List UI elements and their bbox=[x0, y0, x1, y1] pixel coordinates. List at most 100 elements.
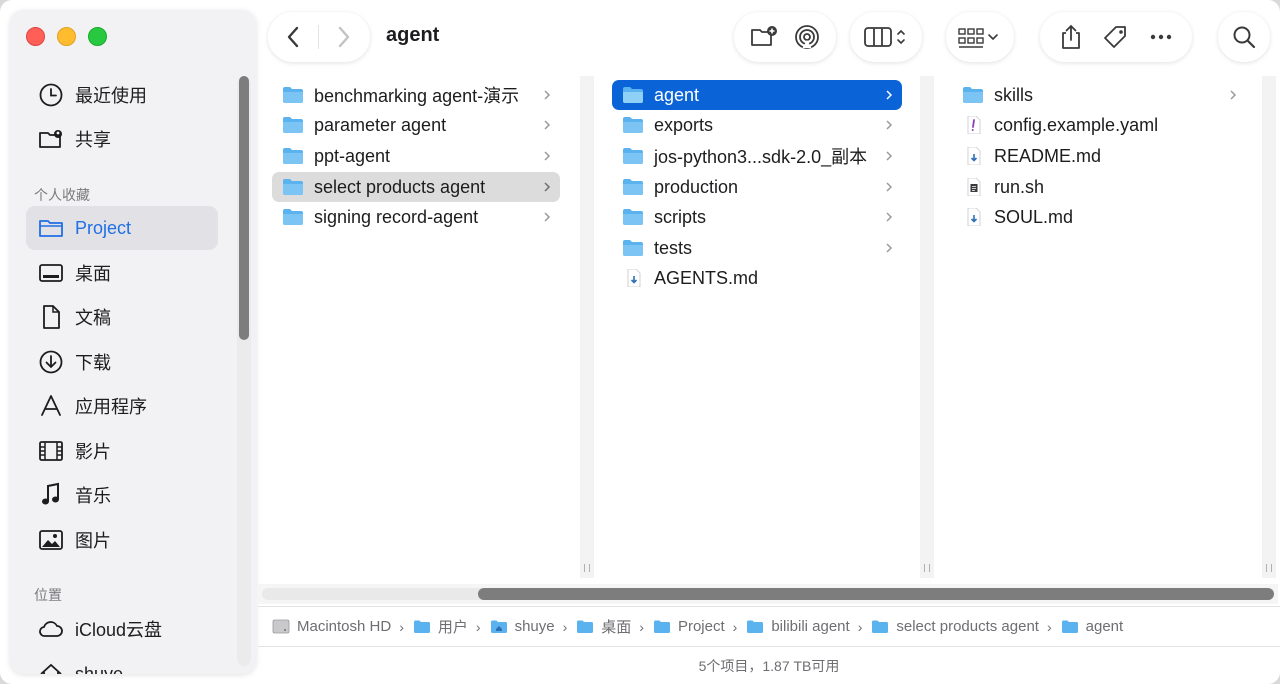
path-crumb[interactable]: bilibili agent › bbox=[746, 618, 871, 635]
sidebar-item-pictures[interactable]: 图片 bbox=[26, 518, 218, 562]
horizontal-scrollbar[interactable] bbox=[258, 584, 1278, 604]
tags-button[interactable] bbox=[1096, 17, 1136, 57]
search-icon bbox=[1233, 26, 1256, 49]
list-item[interactable]: benchmarking agent-演示 bbox=[272, 80, 560, 110]
sidebar-item-home[interactable]: shuye bbox=[26, 652, 218, 674]
scrollbar-thumb[interactable] bbox=[478, 588, 1274, 600]
sidebar-item-icloud[interactable]: iCloud云盘 bbox=[26, 607, 218, 651]
forward-button[interactable] bbox=[319, 12, 369, 62]
new-folder-icon bbox=[750, 26, 777, 46]
zoom-window-button[interactable] bbox=[88, 27, 107, 46]
desktop-icon bbox=[38, 260, 64, 286]
sidebar-item-project[interactable]: Project bbox=[26, 206, 218, 250]
folder-icon bbox=[1061, 620, 1078, 633]
path-crumb[interactable]: shuye › bbox=[490, 618, 577, 635]
folder-icon bbox=[38, 215, 64, 241]
chevron-right-icon bbox=[886, 243, 893, 253]
toolbar-group-folder-actions bbox=[734, 12, 836, 62]
sidebar: 最近使用 共享 个人收藏 Project 桌面 文稿 下载 应用程序 影片 音乐… bbox=[10, 10, 256, 674]
item-label: jos-python3...sdk-2.0_副本 bbox=[654, 147, 868, 167]
sidebar-item-label: 影片 bbox=[75, 442, 111, 462]
sidebar-scrollbar[interactable] bbox=[237, 76, 251, 666]
list-item[interactable]: scripts bbox=[612, 202, 902, 232]
sidebar-item-downloads[interactable]: 下载 bbox=[26, 340, 218, 384]
column-resize-handle[interactable] bbox=[580, 76, 594, 578]
crumb-label: shuye bbox=[514, 618, 555, 635]
list-item-selected[interactable]: agent bbox=[612, 80, 902, 110]
download-icon bbox=[38, 349, 64, 375]
list-item[interactable]: ppt-agent bbox=[272, 141, 560, 171]
path-crumb[interactable]: Project › bbox=[653, 618, 746, 635]
view-mode-control[interactable] bbox=[850, 12, 922, 62]
sidebar-item-documents[interactable]: 文稿 bbox=[26, 295, 218, 339]
path-crumb[interactable]: Macintosh HD › bbox=[272, 618, 413, 635]
list-item[interactable]: signing record-agent bbox=[272, 202, 560, 232]
list-item[interactable]: jos-python3...sdk-2.0_副本 bbox=[612, 141, 902, 171]
sidebar-item-label: 桌面 bbox=[75, 264, 111, 284]
group-button[interactable] bbox=[954, 17, 1006, 57]
item-label: signing record-agent bbox=[314, 206, 479, 227]
chevron-left-icon bbox=[287, 26, 299, 48]
item-label: tests bbox=[654, 237, 693, 258]
home-folder-icon bbox=[490, 620, 507, 633]
folder-icon bbox=[283, 117, 303, 133]
sidebar-scrollbar-thumb[interactable] bbox=[239, 76, 249, 340]
column-resize-handle[interactable] bbox=[1262, 76, 1276, 578]
more-actions-button[interactable] bbox=[1141, 17, 1181, 57]
scrollbar-track[interactable] bbox=[262, 588, 1274, 600]
chevron-right-icon bbox=[1230, 90, 1237, 100]
path-crumb[interactable]: select products agent › bbox=[871, 618, 1060, 635]
path-crumb[interactable]: 桌面 › bbox=[576, 616, 653, 637]
sidebar-item-shared[interactable]: 共享 bbox=[26, 117, 218, 161]
item-label: production bbox=[654, 176, 739, 197]
clock-icon bbox=[38, 82, 64, 108]
list-item[interactable]: exports bbox=[612, 110, 902, 140]
list-item[interactable]: AGENTS.md bbox=[612, 263, 902, 293]
sidebar-item-applications[interactable]: 应用程序 bbox=[26, 384, 218, 428]
minimize-window-button[interactable] bbox=[57, 27, 76, 46]
list-item[interactable]: run.sh bbox=[952, 172, 1246, 202]
airdrop-button[interactable] bbox=[787, 17, 827, 57]
folder-icon bbox=[623, 209, 643, 225]
search-pill[interactable] bbox=[1218, 12, 1270, 62]
path-crumb[interactable]: 用户 › bbox=[413, 616, 490, 637]
close-window-button[interactable] bbox=[26, 27, 45, 46]
sidebar-item-music[interactable]: 音乐 bbox=[26, 473, 218, 517]
list-item[interactable]: README.md bbox=[952, 141, 1246, 171]
shell-script-icon bbox=[967, 178, 981, 196]
chevron-right-icon bbox=[544, 212, 551, 222]
share-icon bbox=[1061, 24, 1080, 49]
grip-icon bbox=[584, 564, 590, 572]
list-item[interactable]: tests bbox=[612, 233, 902, 263]
search-button[interactable] bbox=[1224, 17, 1264, 57]
column-2: agent exports jos-python3...sdk-2.0_副本 p… bbox=[612, 76, 902, 578]
sidebar-item-desktop[interactable]: 桌面 bbox=[26, 251, 218, 295]
back-button[interactable] bbox=[268, 12, 318, 62]
list-item[interactable]: skills bbox=[952, 80, 1246, 110]
crumb-label: 用户 bbox=[437, 619, 468, 636]
grip-icon bbox=[924, 564, 930, 572]
list-item[interactable]: SOUL.md bbox=[952, 202, 1246, 232]
list-item-selected[interactable]: select products agent bbox=[272, 172, 560, 202]
sidebar-item-label: 下载 bbox=[75, 353, 111, 373]
chevron-right-icon: › bbox=[1046, 618, 1052, 635]
list-item[interactable]: parameter agent bbox=[272, 110, 560, 140]
group-by-control[interactable] bbox=[946, 12, 1014, 62]
column-resize-handle[interactable] bbox=[920, 76, 934, 578]
path-crumb[interactable]: agent bbox=[1061, 618, 1123, 635]
chevron-right-icon bbox=[544, 151, 551, 161]
new-folder-button[interactable] bbox=[744, 17, 784, 57]
folder-icon bbox=[623, 148, 643, 164]
folder-icon bbox=[283, 148, 303, 164]
folder-icon bbox=[653, 620, 670, 633]
photo-icon bbox=[38, 527, 64, 553]
list-item[interactable]: config.example.yaml bbox=[952, 110, 1246, 140]
sidebar-item-label: shuye bbox=[75, 663, 124, 675]
chevron-right-icon: › bbox=[857, 618, 863, 635]
share-button[interactable] bbox=[1051, 17, 1091, 57]
item-label: ppt-agent bbox=[314, 145, 391, 166]
sidebar-item-movies[interactable]: 影片 bbox=[26, 429, 218, 473]
sidebar-item-recents[interactable]: 最近使用 bbox=[26, 73, 218, 117]
column-view-button[interactable] bbox=[858, 17, 914, 57]
list-item[interactable]: production bbox=[612, 172, 902, 202]
